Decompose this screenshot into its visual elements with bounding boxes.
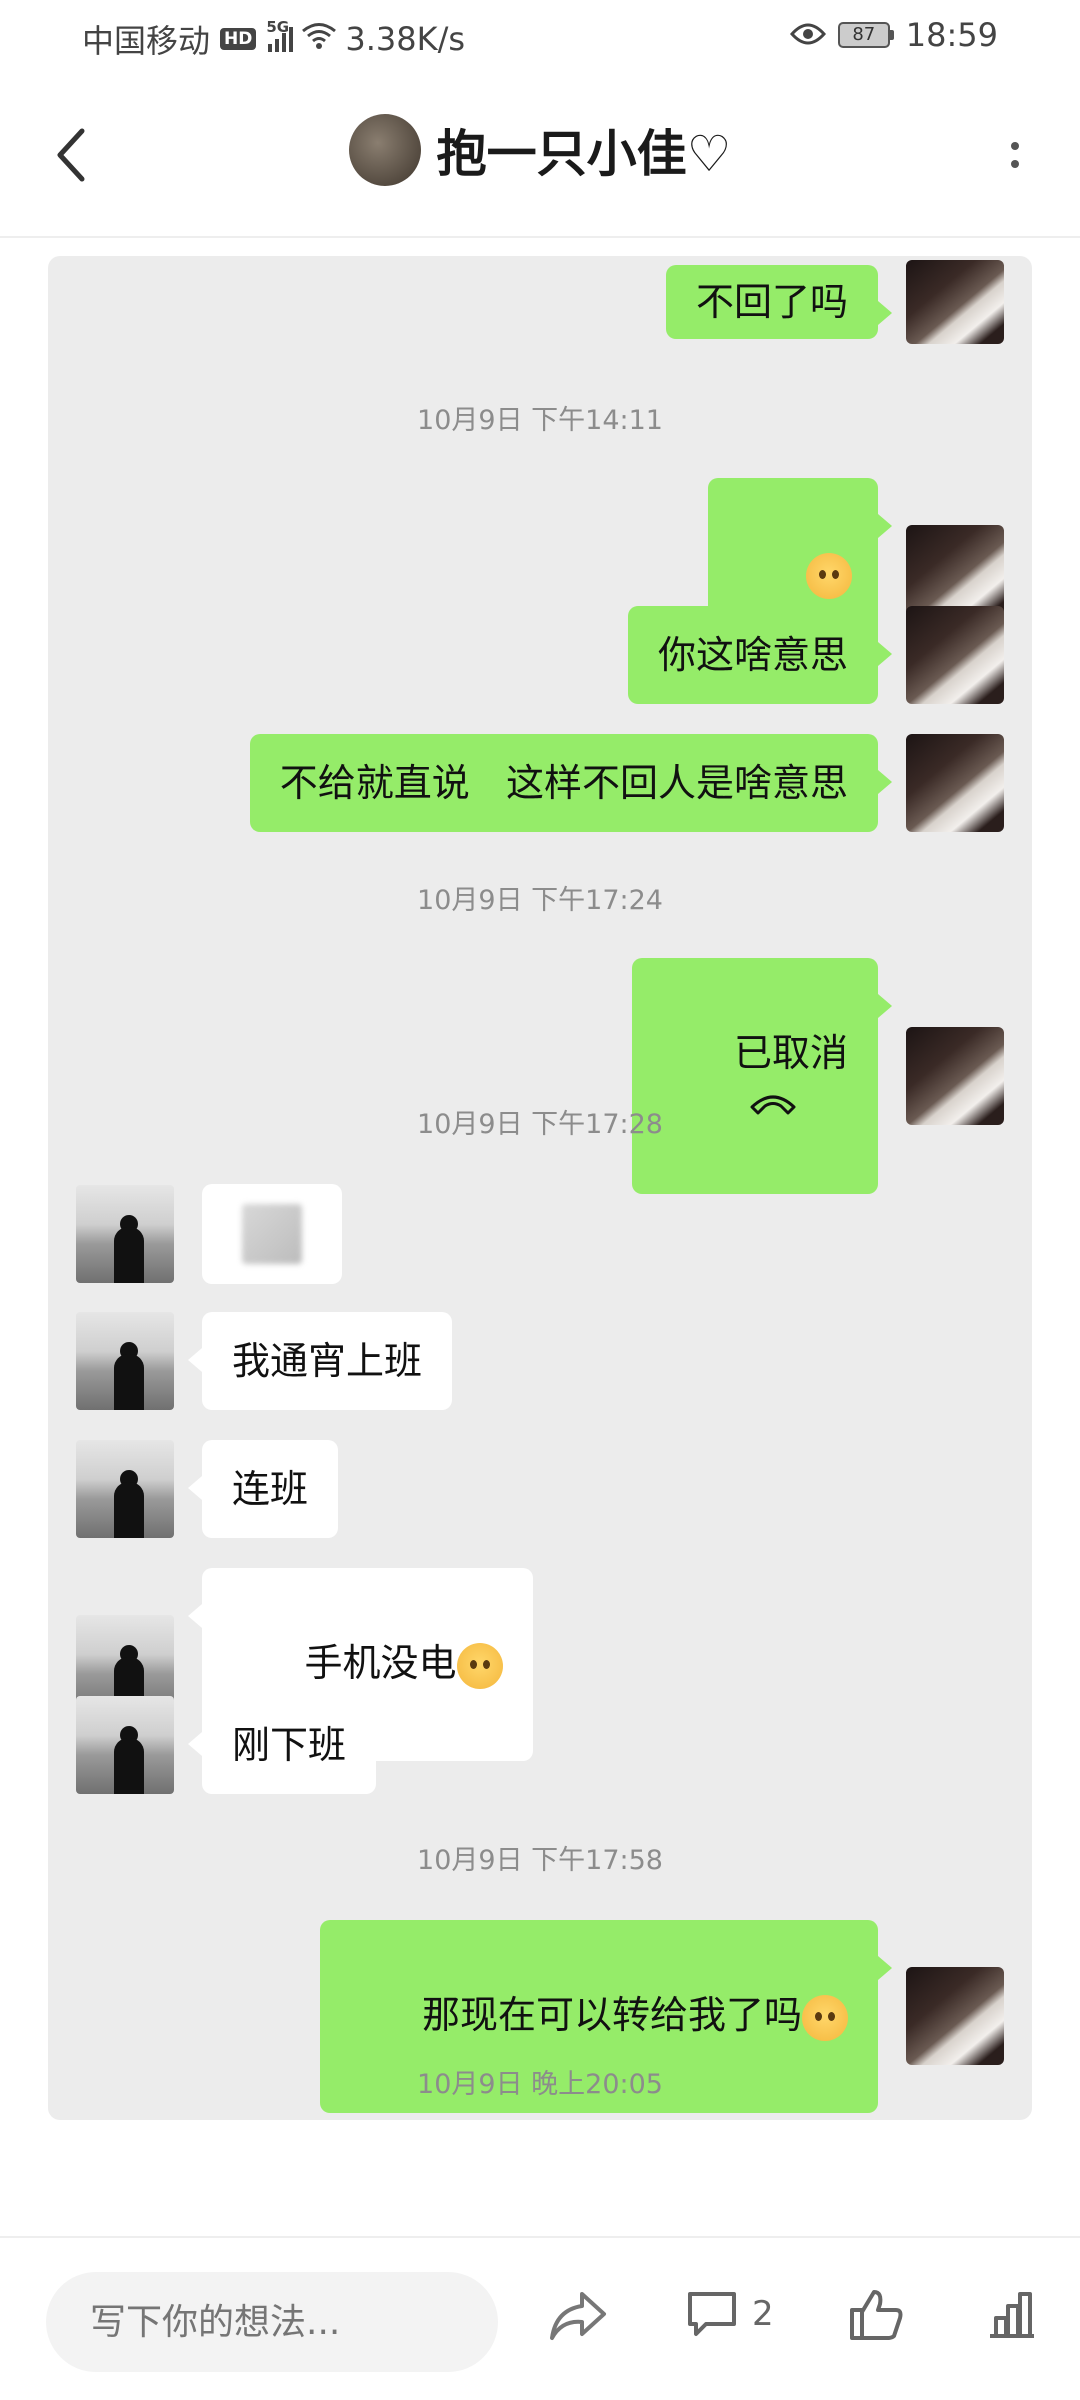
chat-row: 我通宵上班 — [76, 1312, 453, 1410]
eye-icon — [789, 16, 826, 54]
battery-level: 87 — [837, 22, 890, 48]
sender-avatar — [906, 1967, 1004, 2066]
chat-row: 不给就直说 这样不回人是啥意思 — [249, 734, 1004, 832]
chat-row: 你这啥意思 — [627, 606, 1004, 704]
comment-input[interactable] — [46, 2272, 498, 2372]
comment-button[interactable]: 2 — [686, 2288, 774, 2340]
message-bubble: 不回了吗 — [665, 265, 893, 339]
comment-count: 2 — [752, 2294, 774, 2334]
pleading-emoji-icon — [456, 1642, 503, 1689]
chat-row — [76, 1184, 342, 1284]
confused-emoji-icon — [806, 552, 852, 599]
message-text: 那现在可以转给我了吗 — [421, 1993, 802, 2037]
signal-icon: 5G — [266, 18, 294, 52]
status-bar: 中国移动 HD 5G 3.38K/s 87 18:59 — [0, 0, 1080, 72]
sender-avatar — [906, 260, 1004, 344]
chat-row: 已取消 — [631, 958, 1004, 1194]
author-name[interactable]: 抱一只小佳♡ — [437, 114, 732, 186]
sender-avatar — [906, 734, 1004, 832]
chat-row: 连班 — [76, 1440, 339, 1538]
clock: 18:59 — [905, 16, 998, 54]
call-status-text: 已取消 — [733, 1031, 848, 1075]
wifi-icon — [301, 20, 337, 58]
blurred-image-message — [202, 1184, 342, 1284]
message-bubble: 连班 — [187, 1440, 339, 1538]
nav-bar: 抱一只小佳♡ — [0, 90, 1080, 220]
contact-avatar — [76, 1440, 174, 1538]
chat-screenshot-image[interactable]: 不回了吗 10月9日 下午14:11 你这啥意思 不给就直说 这样不回人是啥意思… — [48, 256, 1032, 2120]
message-bubble: 你这啥意思 — [627, 606, 893, 704]
chat-row: 刚下班 — [76, 1696, 377, 1794]
network-speed: 3.38K/s — [345, 20, 466, 58]
divider — [0, 236, 1080, 238]
timestamp: 10月9日 下午17:28 — [417, 1109, 663, 1140]
thumbs-up-icon — [850, 2290, 903, 2340]
carrier-name: 中国移动 — [82, 22, 211, 60]
like-button[interactable] — [848, 2288, 904, 2342]
share-icon — [550, 2292, 606, 2340]
contact-avatar — [76, 1696, 174, 1794]
message-bubble: 我通宵上班 — [187, 1312, 453, 1410]
more-dot-icon — [1011, 142, 1019, 150]
comment-icon — [688, 2292, 736, 2336]
call-bubble: 已取消 — [631, 958, 892, 1194]
sender-avatar — [906, 606, 1004, 704]
battery-icon: 87 — [837, 22, 894, 48]
network-type: 5G — [266, 18, 290, 36]
timestamp: 10月9日 晚上20:05 — [417, 2069, 663, 2100]
author-avatar[interactable] — [348, 114, 421, 186]
divider — [0, 2236, 1080, 2238]
timestamp: 10月9日 下午17:58 — [417, 1845, 663, 1876]
stats-button[interactable] — [986, 2288, 1038, 2340]
contact-avatar — [76, 1312, 174, 1410]
more-options-button[interactable] — [990, 120, 1040, 190]
hd-badge: HD — [220, 28, 257, 50]
share-button[interactable] — [548, 2288, 608, 2344]
confused-emoji-icon — [802, 1994, 848, 2041]
message-bubble: 刚下班 — [187, 1696, 377, 1794]
bar-chart-icon — [990, 2292, 1034, 2338]
bottom-action-bar: 2 — [0, 2240, 1080, 2400]
message-text: 手机没电 — [304, 1641, 457, 1685]
contact-avatar — [76, 1185, 174, 1283]
timestamp: 10月9日 下午14:11 — [417, 405, 663, 436]
timestamp: 10月9日 下午17:24 — [417, 885, 663, 916]
chat-row: 不回了吗 — [665, 260, 1004, 344]
message-bubble: 不给就直说 这样不回人是啥意思 — [249, 734, 893, 832]
